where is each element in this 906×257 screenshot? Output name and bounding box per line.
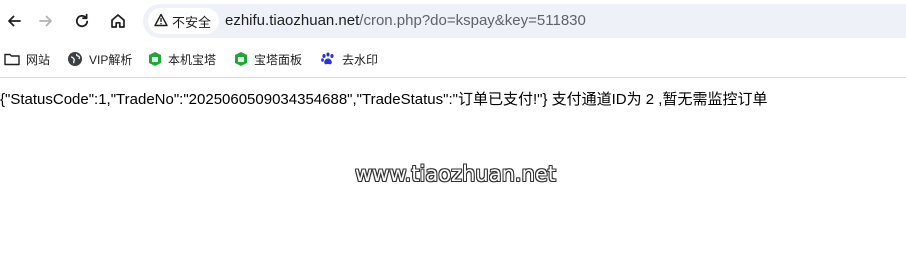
bookmark-label: 本机宝塔: [168, 52, 217, 67]
bookmark-vip-parse[interactable]: VIP解析: [67, 50, 132, 68]
url-text[interactable]: ezhifu.tiaozhuan.net/cron.php?do=kspay&k…: [225, 12, 586, 30]
arrow-left-icon: [5, 12, 23, 30]
bookmark-bt-panel[interactable]: 宝塔面板: [234, 50, 302, 68]
bt-panel-icon: [148, 51, 162, 67]
browser-toolbar: 不安全 ezhifu.tiaozhuan.net/cron.php?do=ksp…: [0, 0, 906, 42]
url-host: ezhifu.tiaozhuan.net: [225, 12, 360, 29]
bookmark-label: 宝塔面板: [254, 52, 303, 67]
bookmark-label: VIP解析: [89, 52, 133, 67]
reload-button[interactable]: [68, 7, 96, 35]
response-text: {"StatusCode":1,"TradeNo":"2025060509034…: [0, 91, 768, 108]
bookmarks-bar: 网站 VIP解析 本机宝塔 宝塔面板 去水印: [0, 42, 906, 76]
home-icon: [109, 12, 127, 30]
bookmark-label: 去水印: [342, 52, 379, 67]
bookmark-folder-website[interactable]: 网站: [4, 50, 50, 68]
back-button[interactable]: [0, 7, 28, 35]
url-path: /cron.php?do=kspay&key=511830: [359, 12, 586, 29]
watermark-text: www.tiaozhuan.net: [355, 162, 557, 186]
paw-icon: [320, 51, 336, 67]
page-content: {"StatusCode":1,"TradeNo":"2025060509034…: [0, 78, 906, 257]
security-label: 不安全: [172, 14, 212, 30]
bookmark-label: 网站: [26, 52, 51, 67]
warning-triangle-icon: [154, 13, 172, 30]
bt-panel-icon: [234, 51, 248, 67]
globe-icon: [67, 51, 83, 67]
reload-icon: [73, 12, 91, 30]
bookmark-remove-watermark[interactable]: 去水印: [320, 50, 378, 68]
folder-icon: [4, 52, 20, 66]
bookmark-local-bt[interactable]: 本机宝塔: [148, 50, 216, 68]
address-bar[interactable]: 不安全 ezhifu.tiaozhuan.net/cron.php?do=ksp…: [143, 4, 906, 38]
arrow-right-icon: [37, 12, 55, 30]
forward-button[interactable]: [32, 7, 60, 35]
security-chip[interactable]: 不安全: [148, 8, 220, 34]
home-button[interactable]: [104, 7, 132, 35]
